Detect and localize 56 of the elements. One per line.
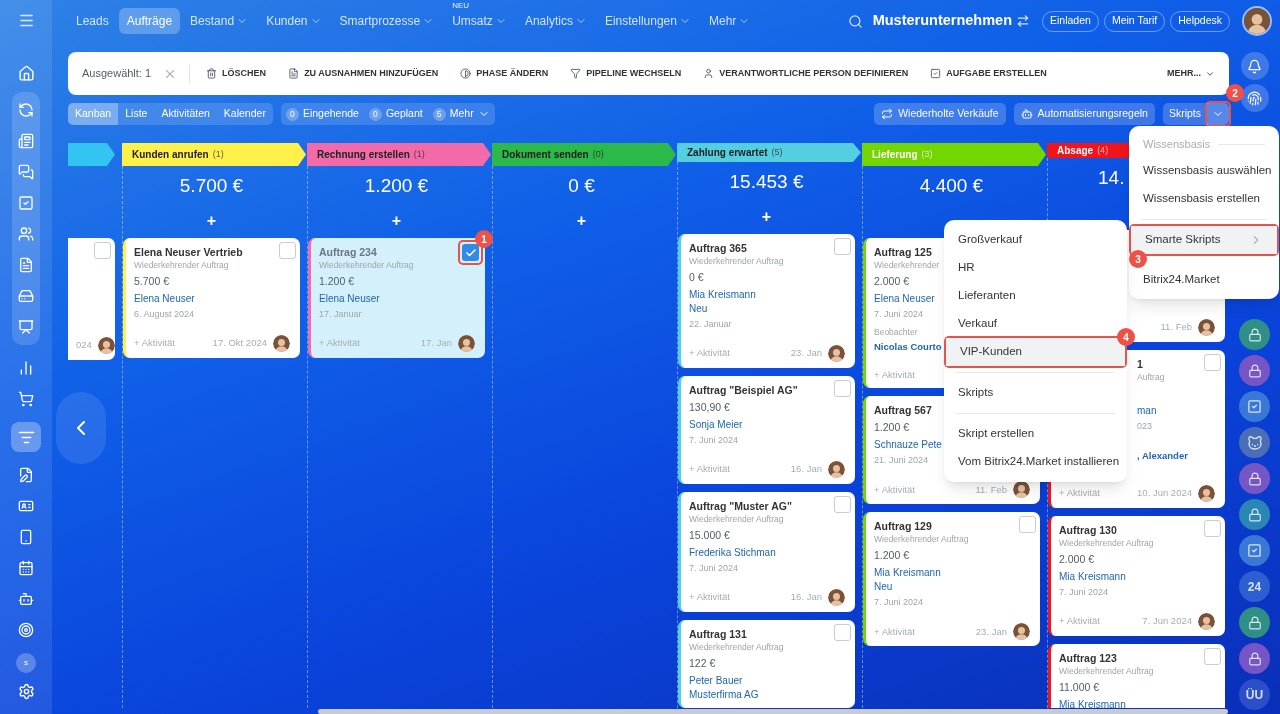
menu-section-title: Wissensbasis [1143,136,1211,152]
card-subtitle: Wiederkehrender [874,259,940,271]
card-date: 6. August 2024 [134,308,195,321]
card-amount: 0 € [689,270,704,285]
card-amount: 2.000 € [874,274,910,289]
card-footer-date: 16. Jan [790,590,822,605]
card-footer-date: 7. Jun 2024 [1142,614,1192,629]
card-date: 7. Juni 2024 [874,308,924,321]
card-date: 21. Juni 2024 [874,454,929,468]
stage-total: 14. [1098,165,1125,190]
step-badge: 3 [1129,250,1147,268]
card-amount: 5.700 € [134,274,170,289]
card-date: 17. Januar [319,308,362,321]
card-footer-date: 11. Feb [1160,320,1192,335]
card-amount: 11.000 € [1059,680,1100,695]
card-amount: 1.200 € [874,420,910,436]
new-tag: NEU [452,1,470,10]
card-subtitle: Wiederkehrender Auftrag [1059,537,1154,549]
card-footer-date: 11. Feb [975,482,1007,497]
card-date: 22. Januar [689,318,732,331]
card-subtitle: Wiederkehrender Auftrag [319,259,414,271]
card-footer-date: 23. Jan [790,346,822,361]
card-subtitle: Auftrag [1137,371,1165,383]
card-subtitle: Wiederkehrender Auftrag [1059,665,1154,677]
card-subtitle: Wiederkehrender Auftrag [874,533,969,546]
card-date: 7. Juni 2024 [689,434,739,447]
card-footer-date: 23. Jan [975,624,1007,639]
card-amount: 15.000 € [689,528,730,543]
card-amount: 1.200 € [319,274,355,289]
stage-total: 1.200 € [364,173,429,198]
card-subtitle: Wiederkehrender Auftrag [134,259,229,271]
card-amount: 2.000 € [1059,552,1095,567]
card-subtitle: Wiederkehrender Auftrag [689,255,784,267]
card-footer-date: 10. Jun 2024 [1137,486,1192,501]
card-amount: 122 € [689,656,716,671]
card-footer-date: 16. Jan [790,462,822,477]
stage-total: 5.700 € [179,173,244,198]
card-amount: 1.200 € [874,548,910,564]
selection-count: Ausgewählt: 1 [82,66,152,82]
step-badge: 4 [1117,328,1135,346]
step-badge: 1 [475,230,493,248]
card-subtitle: Wiederkehrender Auftrag [689,641,784,653]
card-date: 7. Juni 2024 [874,596,924,610]
card-footer-date: 024 [76,338,92,353]
observer-label: Beobachter [874,326,918,338]
stage-total: 15.453 € [729,169,804,194]
card-footer-date: 17. Jan [420,336,452,351]
card-date: 023 [1137,420,1153,433]
card-amount: 130,90 € [689,400,730,415]
step-badge: 2 [1226,84,1244,102]
card-footer-date: 17. Okt 2024 [212,336,267,351]
card-subtitle: Wiederkehrender Auftrag [689,513,784,525]
card-date: 7. Juni 2024 [1059,586,1109,599]
card-date: 7. Juni 2024 [689,562,739,575]
stage-total: 0 € [568,173,595,198]
stage-total: 4.400 € [919,173,984,198]
